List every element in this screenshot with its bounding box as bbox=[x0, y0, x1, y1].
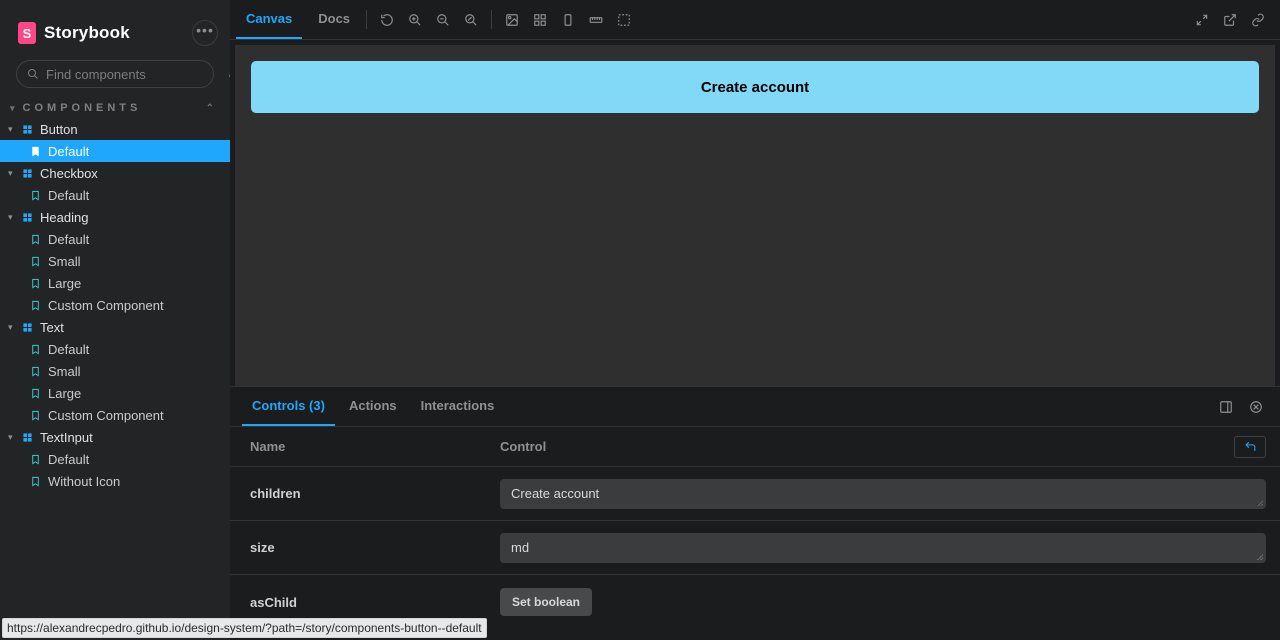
story-icon bbox=[28, 190, 42, 201]
tree-story-button-default[interactable]: Default bbox=[0, 140, 230, 162]
tab-canvas[interactable]: Canvas bbox=[236, 0, 302, 39]
controls-header: Name Control bbox=[230, 427, 1280, 467]
component-icon bbox=[20, 124, 34, 135]
preview-button[interactable]: Create account bbox=[251, 61, 1259, 113]
tree: ▾ Button Default ▾ Checkbox Default ▾ He… bbox=[0, 118, 230, 640]
tree-folder-button[interactable]: ▾ Button bbox=[0, 118, 230, 140]
story-icon bbox=[28, 234, 42, 245]
open-new-tab-icon[interactable] bbox=[1216, 0, 1244, 40]
measure-icon[interactable] bbox=[582, 0, 610, 40]
status-bar-url: https://alexandrecpedro.github.io/design… bbox=[2, 618, 487, 638]
addon-tab-controls[interactable]: Controls (3) bbox=[242, 387, 335, 426]
story-icon bbox=[28, 476, 42, 487]
copy-link-icon[interactable] bbox=[1244, 0, 1272, 40]
background-icon[interactable] bbox=[498, 0, 526, 40]
tree-story-heading-default[interactable]: Default bbox=[0, 228, 230, 250]
outline-icon[interactable] bbox=[610, 0, 638, 40]
control-name: children bbox=[244, 486, 500, 501]
canvas: Create account bbox=[235, 45, 1275, 386]
separator bbox=[366, 10, 367, 29]
search-input-wrap[interactable]: / bbox=[16, 60, 214, 88]
tree-story-text-custom[interactable]: Custom Component bbox=[0, 404, 230, 426]
tree-story-textinput-default[interactable]: Default bbox=[0, 448, 230, 470]
collapse-icon[interactable]: ⌃ bbox=[206, 103, 218, 114]
chevron-down-icon: ▾ bbox=[8, 212, 18, 223]
tree-story-text-small[interactable]: Small bbox=[0, 360, 230, 382]
toolbar: Canvas Docs bbox=[230, 0, 1280, 40]
control-name: size bbox=[244, 540, 500, 555]
col-name: Name bbox=[244, 439, 500, 454]
component-icon bbox=[20, 212, 34, 223]
remount-icon[interactable] bbox=[373, 0, 401, 40]
control-input-children[interactable] bbox=[500, 479, 1266, 509]
zoom-out-icon[interactable] bbox=[429, 0, 457, 40]
addon-tab-actions[interactable]: Actions bbox=[339, 387, 407, 426]
tree-folder-text[interactable]: ▾ Text bbox=[0, 316, 230, 338]
zoom-in-icon[interactable] bbox=[401, 0, 429, 40]
control-row-children: children bbox=[230, 467, 1280, 521]
component-icon bbox=[20, 322, 34, 333]
tree-folder-checkbox[interactable]: ▾ Checkbox bbox=[0, 162, 230, 184]
tree-story-heading-custom[interactable]: Custom Component bbox=[0, 294, 230, 316]
chevron-down-icon: ▾ bbox=[8, 322, 18, 333]
sidebar-menu-button[interactable]: ••• bbox=[192, 20, 218, 46]
col-control: Control bbox=[500, 439, 1234, 454]
tree-story-textinput-withouticon[interactable]: Without Icon bbox=[0, 470, 230, 492]
close-panel-icon[interactable] bbox=[1242, 387, 1270, 427]
tree-story-heading-large[interactable]: Large bbox=[0, 272, 230, 294]
control-row-size: size bbox=[230, 521, 1280, 575]
addon-tab-interactions[interactable]: Interactions bbox=[411, 387, 505, 426]
tree-story-heading-small[interactable]: Small bbox=[0, 250, 230, 272]
panel-position-icon[interactable] bbox=[1212, 387, 1240, 427]
zoom-reset-icon[interactable] bbox=[457, 0, 485, 40]
tab-docs[interactable]: Docs bbox=[308, 0, 360, 39]
story-icon bbox=[28, 366, 42, 377]
story-icon bbox=[28, 344, 42, 355]
search-icon bbox=[27, 68, 39, 80]
tree-folder-textinput[interactable]: ▾ TextInput bbox=[0, 426, 230, 448]
story-icon bbox=[28, 388, 42, 399]
tree-story-text-large[interactable]: Large bbox=[0, 382, 230, 404]
sidebar: S Storybook ••• / ▾ COMPONENTS ⌃ ▾ Butto… bbox=[0, 0, 230, 640]
chevron-down-icon: ▾ bbox=[8, 124, 18, 135]
component-icon bbox=[20, 432, 34, 443]
tree-folder-heading[interactable]: ▾ Heading bbox=[0, 206, 230, 228]
addon-tabs: Controls (3) Actions Interactions bbox=[230, 387, 1280, 427]
component-icon bbox=[20, 168, 34, 179]
tree-story-checkbox-default[interactable]: Default bbox=[0, 184, 230, 206]
story-icon bbox=[28, 300, 42, 311]
tree-story-text-default[interactable]: Default bbox=[0, 338, 230, 360]
control-name: asChild bbox=[244, 595, 500, 610]
chevron-down-icon: ▾ bbox=[8, 168, 18, 179]
sidebar-header: S Storybook ••• bbox=[0, 0, 230, 52]
section-components[interactable]: ▾ COMPONENTS ⌃ bbox=[0, 96, 230, 118]
story-icon bbox=[28, 410, 42, 421]
chevron-down-icon: ▾ bbox=[10, 103, 19, 114]
story-icon bbox=[28, 146, 42, 157]
addons-panel: Controls (3) Actions Interactions Name C… bbox=[230, 386, 1280, 640]
reset-controls-button[interactable] bbox=[1234, 436, 1266, 458]
separator bbox=[491, 10, 492, 29]
undo-icon bbox=[1244, 440, 1257, 453]
story-icon bbox=[28, 278, 42, 289]
grid-icon[interactable] bbox=[526, 0, 554, 40]
search-input[interactable] bbox=[46, 67, 222, 82]
viewport-small-icon[interactable] bbox=[554, 0, 582, 40]
story-icon bbox=[28, 454, 42, 465]
storybook-logo-icon: S bbox=[18, 22, 36, 44]
control-input-size[interactable] bbox=[500, 533, 1266, 563]
fullscreen-icon[interactable] bbox=[1188, 0, 1216, 40]
chevron-down-icon: ▾ bbox=[8, 432, 18, 443]
set-boolean-button[interactable]: Set boolean bbox=[500, 588, 592, 616]
main: Canvas Docs Create account Controls (3 bbox=[230, 0, 1280, 640]
story-icon bbox=[28, 256, 42, 267]
app-title: Storybook bbox=[44, 23, 130, 43]
